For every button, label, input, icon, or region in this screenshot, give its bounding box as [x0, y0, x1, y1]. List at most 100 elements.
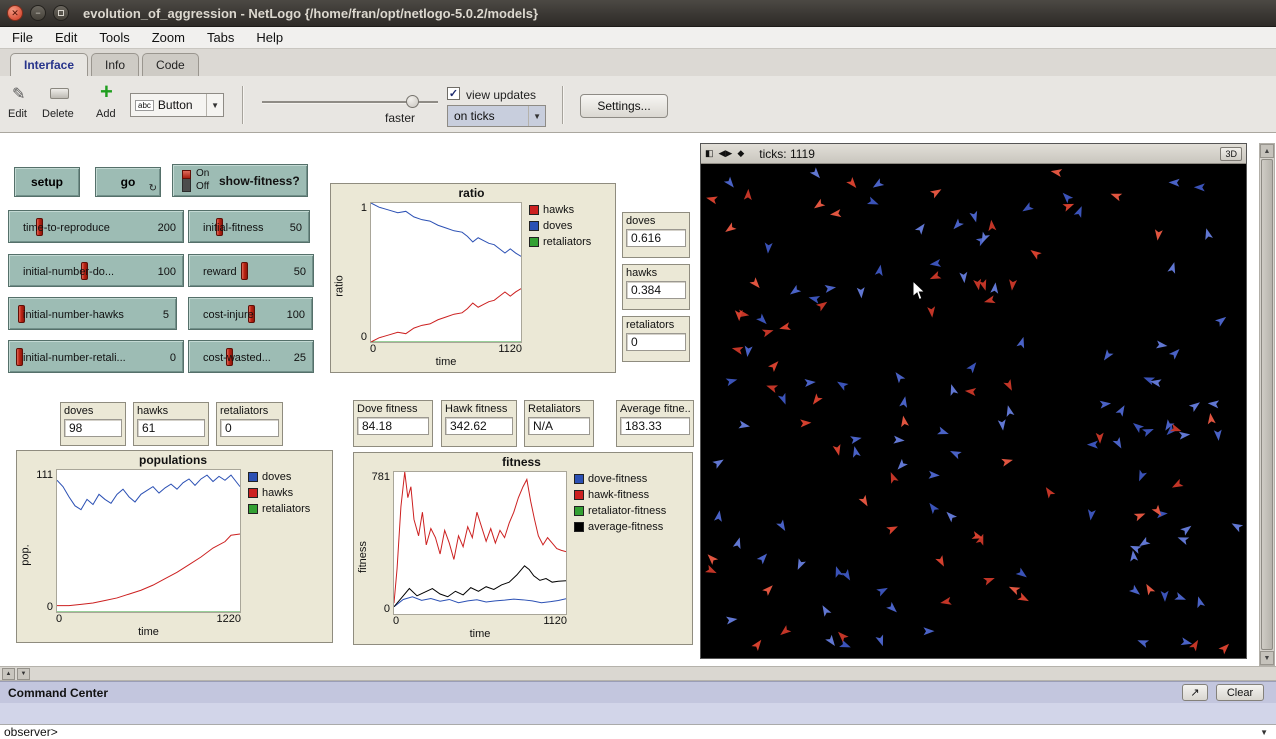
dove-turtle: [1189, 399, 1203, 412]
hawk-turtle: [1152, 505, 1165, 519]
hawk-turtle: [1028, 247, 1042, 260]
dove-turtle: [825, 635, 838, 649]
speed-slider-thumb[interactable]: [406, 95, 419, 108]
slider-reward[interactable]: reward 50: [188, 254, 314, 287]
scroll-down-button[interactable]: ▼: [1260, 651, 1274, 665]
legend-swatch: [248, 472, 258, 482]
add-icon[interactable]: +: [100, 79, 113, 105]
delete-tool-button[interactable]: Delete: [42, 108, 74, 120]
splitter-collapse-up-button[interactable]: ▲: [2, 668, 15, 680]
dove-turtle: [1116, 403, 1128, 417]
setup-button[interactable]: setup: [14, 167, 80, 197]
world-canvas[interactable]: [701, 164, 1246, 658]
world-view[interactable]: ◧ ◀▶ ◆ ticks: 1119 3D: [700, 143, 1247, 659]
threed-button[interactable]: 3D: [1220, 147, 1242, 161]
widget-type-dropdown[interactable]: abc Button ▼: [130, 93, 224, 117]
monitor-value: 0: [220, 419, 279, 437]
delete-icon[interactable]: [50, 88, 69, 99]
dove-turtle: [871, 178, 885, 191]
menu-item-edit[interactable]: Edit: [55, 30, 77, 45]
legend-item: hawks: [529, 204, 610, 216]
slider-label: initial-number-do...: [23, 266, 114, 278]
dove-turtle: [1129, 585, 1143, 598]
vertical-scrollbar-thumb[interactable]: [1261, 159, 1273, 650]
speed-slider-label: faster: [360, 111, 440, 125]
dove-turtle: [1230, 520, 1243, 532]
slider-initial-number-retaliators[interactable]: initial-number-retali... 0: [8, 340, 184, 373]
slider-initial-number-hawks[interactable]: initial-number-hawks 5: [8, 297, 177, 330]
plot-canvas: [393, 471, 567, 615]
plot-legend: doveshawksretaliators: [241, 469, 327, 640]
monitor-value: 98: [64, 419, 122, 437]
dove-turtle: [876, 584, 889, 596]
slider-cost-injure[interactable]: cost-injure 100: [188, 297, 313, 330]
slider-initial-number-doves[interactable]: initial-number-do... 100: [8, 254, 184, 287]
settings-button[interactable]: Settings...: [580, 94, 668, 118]
dove-turtle: [804, 378, 816, 387]
monitor-hawks-count: hawks 61: [133, 402, 209, 446]
menu-item-file[interactable]: File: [12, 30, 33, 45]
dove-turtle: [788, 285, 802, 298]
slider-thumb[interactable]: [241, 262, 248, 280]
go-button[interactable]: go ↻: [95, 167, 161, 197]
menu-item-zoom[interactable]: Zoom: [152, 30, 185, 45]
vertical-scrollbar[interactable]: ▲ ▼: [1259, 143, 1275, 666]
window-close-button[interactable]: ✕: [7, 5, 23, 21]
hawk-turtle: [731, 344, 744, 354]
legend-item: average-fitness: [574, 521, 687, 533]
dove-turtle: [937, 427, 950, 438]
window-maximize-button[interactable]: [53, 5, 69, 21]
switch-show-fitness[interactable]: On Off show-fitness?: [172, 164, 308, 197]
hawk-turtle: [927, 306, 936, 318]
x-axis-max-tick: 1220: [217, 613, 241, 626]
dove-turtle: [1215, 314, 1229, 327]
menu-item-tools[interactable]: Tools: [99, 30, 129, 45]
menu-item-tabs[interactable]: Tabs: [207, 30, 234, 45]
hawk-turtle: [1096, 433, 1104, 444]
hawk-turtle: [859, 495, 871, 509]
detach-command-center-button[interactable]: ↗: [1182, 684, 1208, 701]
view-updates-checkbox[interactable]: ✓: [447, 87, 460, 100]
dove-turtle: [886, 602, 900, 615]
hawk-turtle: [1134, 510, 1147, 522]
view-updates-label: view updates: [466, 88, 536, 102]
dove-turtle: [825, 283, 837, 293]
update-mode-dropdown[interactable]: on ticks ▼: [447, 105, 546, 127]
pencil-icon[interactable]: ✎: [12, 84, 25, 104]
history-dropdown-icon[interactable]: ▼: [1260, 728, 1272, 737]
plot-canvas: [56, 469, 241, 613]
switch-knob[interactable]: [182, 170, 191, 179]
clear-button[interactable]: Clear: [1216, 684, 1264, 701]
dove-turtle: [850, 445, 860, 458]
tab-code[interactable]: Code: [142, 53, 199, 76]
dove-turtle: [712, 456, 726, 469]
slider-initial-fitness[interactable]: initial-fitness 50: [188, 210, 310, 243]
slider-cost-wasted[interactable]: cost-wasted... 25: [188, 340, 314, 373]
slider-value: 25: [294, 352, 306, 364]
hawk-turtle: [930, 186, 944, 199]
scroll-up-button[interactable]: ▲: [1260, 144, 1274, 158]
slider-time-to-reproduce[interactable]: time-to-reproduce 200: [8, 210, 184, 243]
dove-turtle: [867, 197, 880, 209]
slider-label: initial-number-hawks: [23, 309, 124, 321]
hawk-turtle: [1170, 479, 1183, 491]
tab-interface[interactable]: Interface: [10, 53, 88, 76]
tab-info[interactable]: Info: [91, 53, 139, 76]
window-minimize-button[interactable]: −: [30, 5, 46, 21]
slider-label: initial-fitness: [203, 222, 264, 234]
dove-turtle: [875, 264, 885, 276]
dove-turtle: [1214, 430, 1223, 442]
dove-turtle: [724, 177, 737, 191]
command-center-splitter[interactable]: ▲ ▼: [0, 666, 1276, 681]
dove-turtle: [1167, 261, 1178, 274]
edit-tool-button[interactable]: Edit: [8, 108, 27, 120]
dove-turtle: [738, 421, 750, 431]
observer-command-line[interactable]: observer> ▼: [0, 724, 1276, 739]
menu-item-help[interactable]: Help: [256, 30, 283, 45]
add-tool-button[interactable]: Add: [96, 108, 116, 120]
toolbar-separator: [242, 86, 244, 124]
splitter-collapse-down-button[interactable]: ▼: [17, 668, 30, 680]
switch-track[interactable]: [182, 170, 191, 192]
hawk-turtle: [928, 271, 941, 283]
monitor-doves-ratio: doves 0.616: [622, 212, 690, 258]
